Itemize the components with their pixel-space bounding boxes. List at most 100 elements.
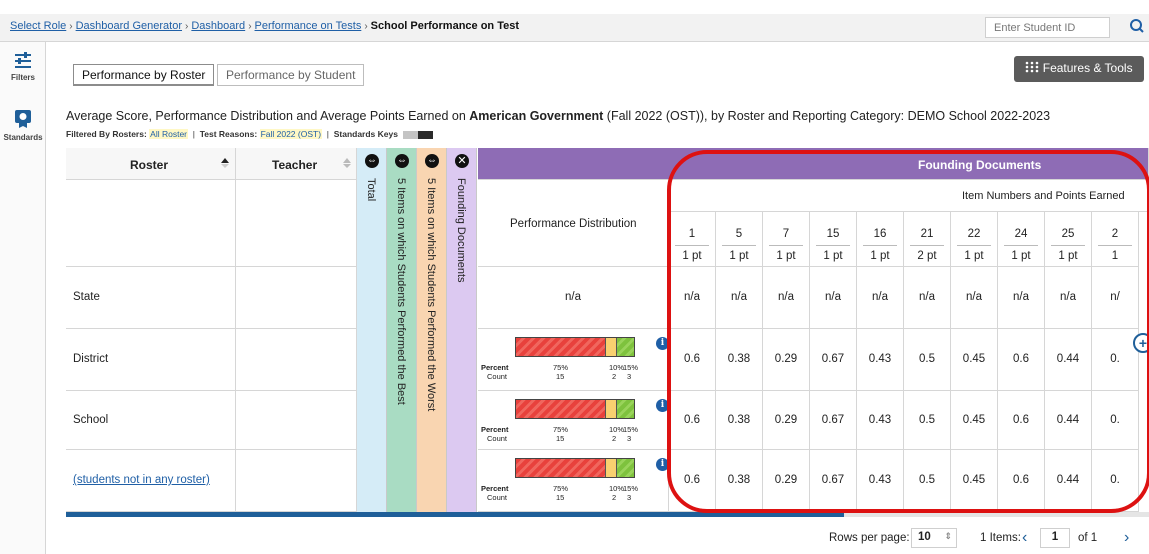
item-column-header[interactable]: 25 1 pt <box>1045 212 1092 267</box>
standards-button[interactable]: Standards <box>0 108 46 142</box>
test-reasons-value[interactable]: Fall 2022 (OST) <box>259 129 323 139</box>
item-score: 0.6 <box>1013 353 1029 365</box>
rosters-value[interactable]: All Roster <box>149 129 189 139</box>
item-column-header[interactable]: 22 1 pt <box>951 212 998 267</box>
item-score: n/a <box>872 291 888 303</box>
roster-header-blank <box>66 180 236 267</box>
item-score-cell: 0.5 <box>904 450 951 512</box>
breadcrumb-separator: › <box>248 21 252 32</box>
student-id-search-input[interactable] <box>985 17 1110 38</box>
sliders-icon <box>15 52 31 68</box>
percent-label: Percent <box>481 363 509 372</box>
column-best-items[interactable]: ⇔ 5 Items on which Students Performed th… <box>387 148 417 512</box>
rows-per-page-select[interactable]: 10 ⇕ <box>911 528 957 548</box>
tab-performance-by-roster[interactable]: Performance by Roster <box>73 64 215 86</box>
item-column-header[interactable]: 5 1 pt <box>716 212 763 267</box>
horizontal-scrollbar-track[interactable] <box>66 512 1149 517</box>
rosters-label: Rosters: <box>112 129 147 139</box>
tab-performance-by-student[interactable]: Performance by Student <box>217 64 365 86</box>
search-button[interactable] <box>1126 16 1148 38</box>
item-score: n/a <box>825 291 841 303</box>
item-points: 1 pt <box>870 250 890 262</box>
distribution-bar-group: i Percent Count 75% 10% 15% 15 2 3 <box>481 399 669 449</box>
item-number: 24 <box>1014 228 1028 240</box>
item-score: 0.6 <box>684 353 700 365</box>
group-header-founding-documents: Founding Documents <box>478 148 1149 180</box>
column-total[interactable]: ⇔ Total <box>357 148 387 512</box>
distribution-bar[interactable] <box>515 399 635 419</box>
item-number: 21 <box>920 228 934 240</box>
distribution-bar[interactable] <box>515 337 635 357</box>
scroll-right-button[interactable]: + <box>1133 333 1149 353</box>
filters-button[interactable]: Filters <box>0 50 46 82</box>
item-score: 0.44 <box>1056 413 1080 426</box>
expand-column-icon[interactable]: ⇔ <box>425 154 439 168</box>
breadcrumb-dashboard[interactable]: Dashboard <box>191 20 245 32</box>
item-score-cell: 0.5 <box>904 391 951 450</box>
roster-link[interactable]: (students not in any roster) <box>73 474 210 486</box>
percent-value: 15% <box>623 425 639 434</box>
item-column-header[interactable]: 16 1 pt <box>857 212 904 267</box>
info-icon[interactable]: i <box>656 458 669 471</box>
distribution-bar[interactable] <box>515 458 635 478</box>
item-column-header[interactable]: 2 1 <box>1092 212 1139 267</box>
column-founding-documents-label: Founding Documents <box>455 178 467 283</box>
item-number: 22 <box>967 228 981 240</box>
column-founding-documents[interactable]: ✕ Founding Documents <box>447 148 477 512</box>
breadcrumb-dashboard-generator[interactable]: Dashboard Generator <box>76 20 182 32</box>
segment-above <box>616 459 634 477</box>
percent-value: 75% <box>553 363 569 372</box>
item-column-header[interactable]: 24 1 pt <box>998 212 1045 267</box>
info-icon[interactable]: i <box>656 399 669 412</box>
expand-column-icon[interactable]: ⇔ <box>395 154 409 168</box>
segment-near <box>604 400 617 418</box>
item-column-header[interactable]: 1 1 pt <box>669 212 716 267</box>
item-score-cell: n/a <box>998 267 1045 329</box>
segment-below <box>516 459 605 477</box>
item-score: 0.29 <box>774 353 798 365</box>
filtered-by-label: Filtered By <box>66 129 110 139</box>
item-score: 0.44 <box>1056 353 1080 365</box>
expand-column-icon[interactable]: ⇔ <box>365 154 379 168</box>
item-score-cell: 0.6 <box>669 391 716 450</box>
column-header-teacher[interactable]: Teacher <box>236 148 357 180</box>
page-number-input[interactable]: 1 <box>1040 528 1070 548</box>
group-header-label: Founding Documents <box>918 158 1042 172</box>
next-page-icon[interactable]: › <box>1124 529 1129 547</box>
items-header-label: Item Numbers and Points Earned <box>962 190 1125 202</box>
item-score: 0.45 <box>962 474 986 486</box>
item-score: 0.45 <box>962 413 986 426</box>
column-worst-items[interactable]: ⇔ 5 Items on which Students Performed th… <box>417 148 447 512</box>
item-points: 1 pt <box>1058 250 1078 262</box>
column-worst-items-label: 5 Items on which Students Performed the … <box>425 178 437 412</box>
page-number-value: 1 <box>1051 531 1059 543</box>
column-header-roster[interactable]: Roster <box>66 148 236 180</box>
item-score: 0.43 <box>868 413 892 426</box>
close-column-icon[interactable]: ✕ <box>455 154 469 168</box>
percent-value: 10% <box>609 484 625 493</box>
prev-page-icon[interactable]: ‹ <box>1022 529 1027 547</box>
table-row-teacher-cell <box>236 329 357 391</box>
item-column-header[interactable]: 7 1 pt <box>763 212 810 267</box>
standards-keys-toggle[interactable] <box>403 130 434 139</box>
horizontal-scrollbar-thumb[interactable] <box>66 512 844 517</box>
percent-value: 10% <box>609 363 625 372</box>
count-value: 3 <box>627 493 632 502</box>
breadcrumb-select-role[interactable]: Select Role <box>10 20 66 32</box>
breadcrumb-performance-on-tests[interactable]: Performance on Tests <box>255 20 362 32</box>
top-bar: Select Role › Dashboard Generator › Dashboar… <box>0 14 1149 42</box>
roster-name: School <box>73 413 109 426</box>
features-tools-button[interactable]: Features & Tools <box>1014 56 1144 82</box>
item-score: 0.43 <box>868 474 892 486</box>
item-score-cell: 0.38 <box>716 391 763 450</box>
item-score-cell: 0.67 <box>810 391 857 450</box>
item-column-header[interactable]: 21 2 pt <box>904 212 951 267</box>
item-score: 0. <box>1110 474 1120 486</box>
item-score: 0.29 <box>774 413 798 426</box>
count-value: 3 <box>627 434 632 443</box>
item-column-header[interactable]: 15 1 pt <box>810 212 857 267</box>
table-row-roster-cell[interactable]: (students not in any roster) <box>66 450 236 512</box>
info-icon[interactable]: i <box>656 337 669 350</box>
items-count-label: 1 Items: <box>980 532 1021 544</box>
item-score-cell: n/a <box>669 267 716 329</box>
